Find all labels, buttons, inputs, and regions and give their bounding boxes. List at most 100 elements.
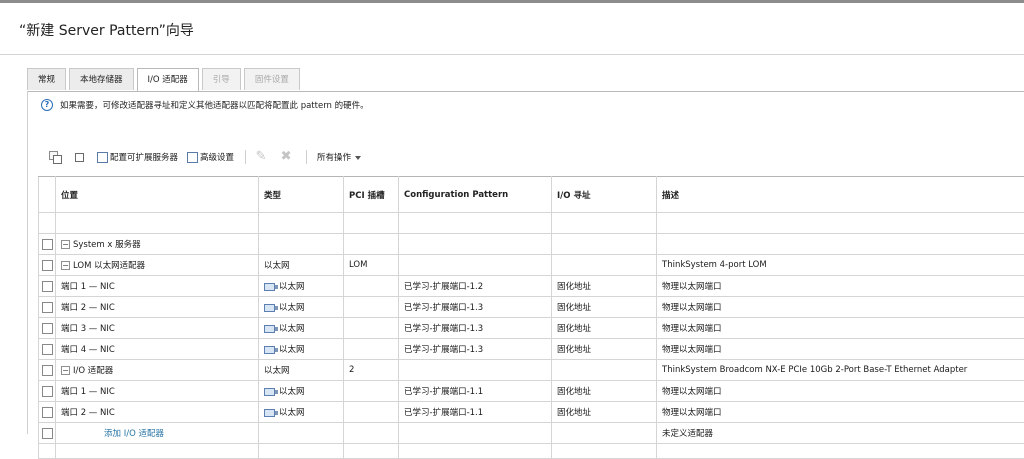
toolbar-separator <box>245 150 246 164</box>
row-location: 端口 2 — NIC <box>56 402 259 423</box>
all-actions-menu[interactable]: 所有操作 <box>317 151 361 163</box>
config-expandable-servers-label: 配置可扩展服务器 <box>110 151 178 163</box>
ethernet-port-icon <box>264 325 275 333</box>
tab-io-adapters[interactable]: I/O 适配器 <box>137 68 199 92</box>
row-location: System x 服务器 <box>73 240 141 250</box>
column-header-configuration-pattern[interactable]: Configuration Pattern <box>399 177 552 213</box>
column-header-io-addressing[interactable]: I/O 寻址 <box>552 177 657 213</box>
table-row: −LOM 以太网适配器 以太网 LOM ThinkSystem 4-port L… <box>39 255 1024 276</box>
edit-icon: ✎ <box>254 150 268 164</box>
row-io-addressing <box>552 360 657 381</box>
collapse-icon[interactable]: − <box>61 261 70 270</box>
table-header-row: 位置 类型 PCI 插槽 Configuration Pattern I/O 寻… <box>39 177 1024 213</box>
row-checkbox[interactable] <box>42 407 53 418</box>
tab-firmware-settings: 固件设置 <box>244 68 300 90</box>
ethernet-port-icon <box>264 346 275 354</box>
row-type: 以太网 <box>279 387 305 397</box>
row-checkbox[interactable] <box>42 239 53 250</box>
help-message: ? 如果需要，可修改适配器寻址和定义其他适配器以匹配将配置此 pattern 的… <box>41 99 369 111</box>
row-location: 端口 3 — NIC <box>56 318 259 339</box>
row-pattern[interactable]: 已学习-扩展端口-1.2 <box>399 276 552 297</box>
row-checkbox[interactable] <box>42 260 53 271</box>
row-io-addressing[interactable]: 固化地址 <box>552 297 657 318</box>
row-checkbox[interactable] <box>42 302 53 313</box>
row-checkbox[interactable] <box>42 344 53 355</box>
toolbar-separator <box>306 150 307 164</box>
tab-boot: 引导 <box>202 68 241 90</box>
row-description <box>657 234 1024 255</box>
row-pattern <box>399 234 552 255</box>
row-io-addressing <box>552 255 657 276</box>
ethernet-port-icon <box>264 304 275 312</box>
chevron-down-icon <box>355 156 361 160</box>
column-header-type[interactable]: 类型 <box>259 177 344 213</box>
table-row: 端口 3 — NIC 以太网 已学习-扩展端口-1.3 固化地址 物理以太网端口 <box>39 318 1024 339</box>
add-io-adapter-link[interactable]: 添加 I/O 适配器 <box>104 429 164 439</box>
advanced-settings-checkbox[interactable]: 高级设置 <box>187 151 234 163</box>
title-separator <box>0 54 1024 55</box>
collapse-icon[interactable]: − <box>61 366 70 375</box>
row-io-addressing[interactable]: 固化地址 <box>552 276 657 297</box>
row-io-addressing[interactable]: 固化地址 <box>552 402 657 423</box>
row-type: 以太网 <box>259 255 344 276</box>
row-io-addressing <box>552 423 657 444</box>
row-pattern <box>399 360 552 381</box>
row-type: 以太网 <box>279 303 305 313</box>
row-io-addressing <box>552 234 657 255</box>
row-pattern[interactable]: 已学习-扩展端口-1.3 <box>399 318 552 339</box>
remove-icon: ✖ <box>279 150 293 164</box>
column-header-location[interactable]: 位置 <box>56 177 259 213</box>
row-type: 以太网 <box>279 345 305 355</box>
row-description: 未定义适配器 <box>657 423 1024 444</box>
checkbox-box[interactable] <box>97 152 108 163</box>
table-row: 端口 1 — NIC 以太网 已学习-扩展端口-1.1 固化地址 物理以太网端口 <box>39 381 1024 402</box>
row-pattern[interactable]: 已学习-扩展端口-1.3 <box>399 297 552 318</box>
row-io-addressing[interactable]: 固化地址 <box>552 381 657 402</box>
row-io-addressing[interactable]: 固化地址 <box>552 339 657 360</box>
row-checkbox[interactable] <box>42 365 53 376</box>
window-top-border <box>0 0 1024 3</box>
row-pci-slot <box>344 339 399 360</box>
collapse-all-icon[interactable] <box>73 151 86 164</box>
ethernet-port-icon <box>264 409 275 417</box>
table-row <box>39 444 1024 459</box>
row-type: 以太网 <box>279 282 305 292</box>
row-pattern <box>399 423 552 444</box>
tab-local-storage[interactable]: 本地存储器 <box>69 68 134 90</box>
config-expandable-servers-checkbox[interactable]: 配置可扩展服务器 <box>97 151 178 163</box>
tab-general[interactable]: 常规 <box>27 68 66 90</box>
row-pci-slot <box>344 423 399 444</box>
panel-left-border <box>27 91 28 434</box>
row-checkbox[interactable] <box>42 428 53 439</box>
row-pci-slot <box>344 276 399 297</box>
row-type <box>259 234 344 255</box>
collapse-icon[interactable]: − <box>61 240 70 249</box>
row-pattern[interactable]: 已学习-扩展端口-1.1 <box>399 381 552 402</box>
row-description: ThinkSystem Broadcom NX-E PCIe 10Gb 2-Po… <box>657 360 1024 381</box>
all-actions-label: 所有操作 <box>317 153 351 163</box>
table-row: 添加 I/O 适配器 未定义适配器 <box>39 423 1024 444</box>
table-row: 端口 4 — NIC 以太网 已学习-扩展端口-1.3 固化地址 物理以太网端口 <box>39 339 1024 360</box>
row-description: ThinkSystem 4-port LOM <box>657 255 1024 276</box>
io-adapter-table: 位置 类型 PCI 插槽 Configuration Pattern I/O 寻… <box>38 176 1024 459</box>
expand-all-icon[interactable] <box>49 151 62 164</box>
row-checkbox[interactable] <box>42 281 53 292</box>
row-pattern[interactable]: 已学习-扩展端口-1.3 <box>399 339 552 360</box>
row-location: LOM 以太网适配器 <box>73 261 145 271</box>
ethernet-port-icon <box>264 388 275 396</box>
column-header-pci-slot[interactable]: PCI 插槽 <box>344 177 399 213</box>
help-circle-icon: ? <box>41 99 53 111</box>
row-pattern[interactable]: 已学习-扩展端口-1.1 <box>399 402 552 423</box>
row-io-addressing[interactable]: 固化地址 <box>552 318 657 339</box>
tab-baseline <box>27 91 1024 92</box>
row-checkbox[interactable] <box>42 323 53 334</box>
row-checkbox[interactable] <box>42 386 53 397</box>
advanced-settings-label: 高级设置 <box>200 151 234 163</box>
row-pci-slot: LOM <box>344 255 399 276</box>
row-pci-slot <box>344 402 399 423</box>
checkbox-box[interactable] <box>187 152 198 163</box>
row-pci-slot: 2 <box>344 360 399 381</box>
column-header-description[interactable]: 描述 <box>657 177 1024 213</box>
ethernet-port-icon <box>264 283 275 291</box>
row-location: 端口 4 — NIC <box>56 339 259 360</box>
